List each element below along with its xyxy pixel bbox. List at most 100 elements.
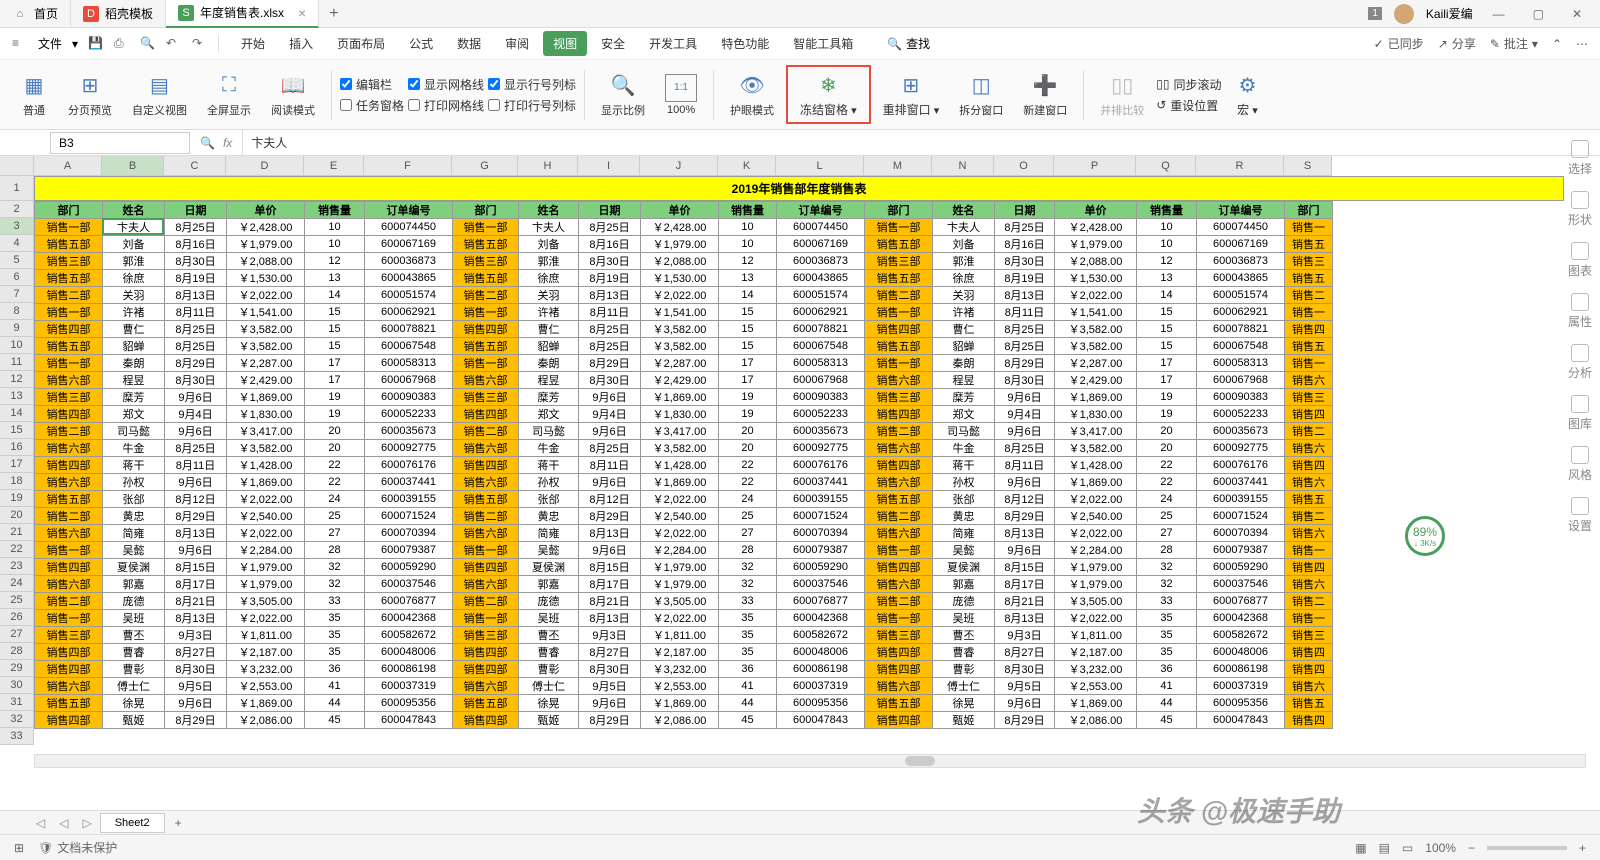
menu-公式[interactable]: 公式 [399,31,443,56]
cell[interactable]: 销售一部 [453,610,519,627]
cell[interactable]: 600076176 [777,457,865,474]
cell[interactable]: 貂蝉 [519,338,579,355]
cell[interactable]: 销售六 [1285,576,1333,593]
cell[interactable]: ￥1,979.00 [641,236,719,253]
cell[interactable]: 9月6日 [995,474,1055,491]
cell[interactable]: 17 [305,355,365,372]
cell[interactable]: 司马懿 [519,423,579,440]
side-analyze[interactable]: 分析 [1568,344,1592,381]
cell[interactable]: 销售六部 [453,525,519,542]
cell[interactable]: 销售四部 [35,661,103,678]
cell[interactable]: 貂蝉 [933,338,995,355]
cell[interactable]: 吴懿 [103,542,165,559]
cell[interactable]: 9月5日 [165,678,227,695]
cell[interactable]: 曹丕 [933,627,995,644]
cell[interactable]: 销售三 [1285,627,1333,644]
side-attr[interactable]: 属性 [1568,293,1592,330]
cell[interactable]: 销售五 [1285,695,1333,712]
cell[interactable]: 8月25日 [579,219,641,236]
cell[interactable]: ￥2,540.00 [227,508,305,525]
cell[interactable]: 35 [305,627,365,644]
cell[interactable]: 8月13日 [995,287,1055,304]
cell[interactable]: 销售五 [1285,270,1333,287]
col-header[interactable]: H [518,156,578,176]
cell[interactable]: 销售五部 [35,270,103,287]
cell[interactable]: 9月6日 [165,423,227,440]
cell[interactable]: 8月11日 [995,304,1055,321]
cell[interactable]: 8月30日 [579,661,641,678]
cell[interactable]: 8月29日 [579,355,641,372]
cell[interactable]: 销售二 [1285,287,1333,304]
cell[interactable]: 销售六部 [865,372,933,389]
cell[interactable]: 销售五部 [453,270,519,287]
fx-icon[interactable]: fx [223,136,232,150]
cell[interactable]: 8月15日 [579,559,641,576]
cell[interactable]: 14 [1137,287,1197,304]
cell[interactable]: 600079387 [1197,542,1285,559]
row-header[interactable]: 2 [0,201,34,218]
grid[interactable]: 2019年销售部年度销售表 部门姓名日期单价销售量订单编号部门姓名日期单价销售量… [34,176,1564,729]
cell[interactable]: 22 [1137,457,1197,474]
cell[interactable]: ￥1,811.00 [227,627,305,644]
cell[interactable]: 秦朗 [933,355,995,372]
cell[interactable]: 销售二部 [453,423,519,440]
cell[interactable]: 600071524 [1197,508,1285,525]
cell[interactable]: 9月3日 [579,627,641,644]
cell[interactable]: 41 [1137,678,1197,695]
cell[interactable]: 孙权 [519,474,579,491]
row-header[interactable]: 8 [0,303,34,320]
cell[interactable]: ￥3,582.00 [1055,321,1137,338]
cell[interactable]: 关羽 [103,287,165,304]
cell[interactable]: 9月6日 [579,423,641,440]
side-style[interactable]: 风格 [1568,446,1592,483]
cell[interactable]: 销售三部 [865,253,933,270]
cell[interactable]: 600076176 [1197,457,1285,474]
cell[interactable]: 销售四部 [35,559,103,576]
cell[interactable]: 8月30日 [995,661,1055,678]
header-cell[interactable]: 订单编号 [365,202,453,219]
cell[interactable]: ￥1,869.00 [641,389,719,406]
cell[interactable]: 19 [1137,406,1197,423]
ribbon-macro[interactable]: ⚙宏 ▾ [1225,69,1269,120]
cell[interactable]: 销售二部 [865,423,933,440]
cell[interactable]: 600067548 [1197,338,1285,355]
ribbon-100pct[interactable]: 1:1100% [657,72,705,118]
header-cell[interactable]: 部门 [35,202,103,219]
new-tab-button[interactable]: + [319,5,348,23]
cell[interactable]: 15 [1137,304,1197,321]
cell[interactable]: 10 [305,236,365,253]
cell[interactable]: 24 [1137,491,1197,508]
cell[interactable]: 15 [719,321,777,338]
cell[interactable]: 徐晃 [933,695,995,712]
cell[interactable]: 曹睿 [933,644,995,661]
col-header[interactable]: C [164,156,226,176]
cell[interactable]: 600582672 [365,627,453,644]
cell[interactable]: 600058313 [365,355,453,372]
header-cell[interactable]: 单价 [227,202,305,219]
cell[interactable]: 600052233 [1197,406,1285,423]
col-header[interactable]: A [34,156,102,176]
cell[interactable]: 销售六部 [35,474,103,491]
cell[interactable]: 8月29日 [165,712,227,729]
cell[interactable]: ￥2,022.00 [227,287,305,304]
cell[interactable]: 销售二部 [453,287,519,304]
cell[interactable]: 32 [1137,559,1197,576]
cell[interactable]: ￥2,088.00 [1055,253,1137,270]
menu-开发工具[interactable]: 开发工具 [639,31,707,56]
cell[interactable]: 销售五部 [35,338,103,355]
file-menu[interactable]: 文件 [38,35,62,52]
cell[interactable]: 甄姬 [103,712,165,729]
cell[interactable]: 夏侯渊 [103,559,165,576]
cell[interactable]: 15 [1137,338,1197,355]
cell[interactable]: ￥1,530.00 [641,270,719,287]
cell[interactable]: 8月29日 [995,355,1055,372]
cell[interactable]: ￥2,284.00 [1055,542,1137,559]
cell[interactable]: ￥2,429.00 [227,372,305,389]
cell[interactable]: 36 [305,661,365,678]
header-cell[interactable]: 日期 [579,202,641,219]
chk-headings[interactable]: 显示行号列标 [488,76,576,93]
cell[interactable]: ￥2,187.00 [227,644,305,661]
cell[interactable]: ￥2,022.00 [1055,287,1137,304]
tab-home[interactable]: ⌂首页 [0,0,71,28]
cell[interactable]: 郭嘉 [933,576,995,593]
